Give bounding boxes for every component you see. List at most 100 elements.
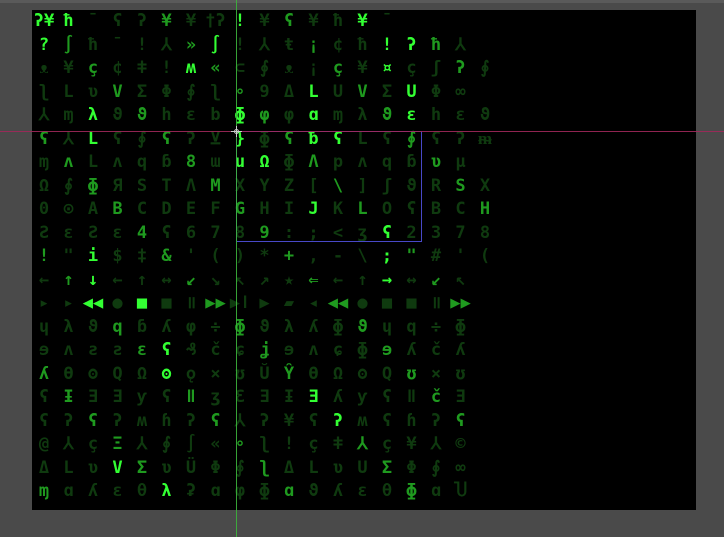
matrix-glyph: L — [308, 81, 319, 102]
matrix-glyph: ɱ — [332, 105, 344, 125]
matrix-glyph: Ɛ — [234, 387, 246, 407]
matrix-glyph: ¥ — [161, 11, 172, 31]
matrix-glyph: ! — [234, 34, 246, 55]
matrix-glyph: ç — [308, 434, 319, 454]
matrix-glyph: ॥ — [430, 293, 442, 313]
matrix-glyph: ħ — [332, 11, 344, 31]
matrix-glyph: ¡ — [308, 58, 319, 78]
matrix-glyph: ʋ — [430, 152, 442, 172]
matrix-glyph: » — [185, 34, 197, 55]
matrix-glyph: ʕ — [210, 410, 221, 431]
matrix-glyph: ∘ — [234, 81, 246, 102]
matrix-glyph: ⅄ — [357, 434, 368, 454]
matrix-glyph: ● — [112, 293, 123, 313]
matrix-glyph: & — [161, 246, 172, 266]
matrix-glyph: - — [332, 246, 344, 266]
matrix-glyph: λ — [63, 316, 74, 337]
horizontal-guide-line[interactable] — [0, 131, 724, 132]
matrix-glyph: ʎ — [308, 316, 319, 337]
matrix-glyph: ʔ — [259, 410, 270, 431]
matrix-glyph: ʊ — [406, 363, 417, 384]
matrix-glyph: ← — [112, 269, 123, 290]
matrix-glyph: ↑ — [63, 269, 74, 290]
matrix-glyph: ⊙ — [63, 199, 74, 219]
matrix-glyph: C — [455, 199, 466, 219]
matrix-glyph: F — [210, 199, 221, 219]
matrix-glyph: 4 — [136, 222, 148, 243]
matrix-glyph: 7 — [455, 222, 466, 243]
matrix-glyph: " — [63, 246, 74, 266]
matrix-glyph: ↔ — [161, 269, 172, 290]
matrix-glyph: ɛ — [455, 105, 466, 125]
matrix-glyph: ɸ — [357, 340, 368, 360]
matrix-glyph: ∫ — [63, 34, 74, 55]
matrix-glyph: + — [283, 246, 295, 266]
matrix-glyph: ∘ — [234, 434, 246, 454]
matrix-glyph: ¥ — [308, 11, 319, 31]
matrix-glyph: ɑ — [430, 481, 442, 501]
matrix-glyph: ↙ — [185, 269, 197, 290]
vertical-guide-line[interactable] — [236, 0, 237, 537]
matrix-glyph: ʕ — [283, 11, 295, 31]
matrix-glyph: ʃ — [430, 58, 442, 78]
matrix-glyph: ▸ — [38, 293, 50, 313]
matrix-glyph: ǁ — [185, 387, 197, 407]
matrix-glyph: ↗ — [259, 269, 270, 290]
matrix-glyph: ! — [381, 34, 393, 55]
matrix-glyph: Σ — [381, 457, 393, 478]
matrix-glyph: ▶▶ — [205, 293, 226, 313]
matrix-glyph: Q — [112, 363, 123, 384]
matrix-glyph: ÷ — [430, 316, 442, 337]
matrix-glyph: Σ — [136, 81, 148, 102]
matrix-glyph: ƴ — [357, 387, 368, 407]
matrix-glyph: ç — [381, 434, 393, 454]
selection-rectangle[interactable] — [236, 131, 422, 242]
matrix-glyph: ħ — [357, 34, 368, 55]
matrix-glyph: ▰ — [283, 293, 295, 313]
matrix-glyph: 8 — [479, 222, 491, 243]
matrix-glyph: ! — [161, 58, 172, 78]
matrix-glyph: ʊ — [455, 363, 466, 384]
matrix-glyph: ¡ — [308, 34, 319, 55]
matrix-glyph: S — [455, 175, 466, 196]
matrix-glyph: ★ — [283, 269, 295, 290]
canvas-viewport[interactable]: ʔ¥ ħ ¯ ʕ ʔ ¥ ¥ †ʔ! ¥ ʕ ¥ ħ ¥ ¯? ∫ ħ ¯! ⅄» ∫! ⅄ ŧ ¡ ¢ ħ! ʔ ħ ⅄ ᴥ ¥ ç ¢ ǂ… — [32, 10, 696, 510]
matrix-glyph: ϑ — [479, 105, 491, 125]
matrix-glyph: ʍ — [357, 410, 368, 431]
matrix-glyph: ∫ — [210, 34, 221, 55]
matrix-glyph: ¥ — [259, 11, 270, 31]
matrix-glyph: @ — [38, 434, 50, 454]
matrix-glyph: ʝ — [259, 340, 270, 360]
matrix-glyph: ç — [332, 58, 344, 78]
matrix-glyph: ▶ǀ — [229, 293, 251, 313]
matrix-glyph: Ɨ — [63, 387, 74, 407]
matrix-glyph: ◂ — [308, 293, 319, 313]
matrix-glyph: U — [357, 457, 368, 478]
matrix-glyph: i — [87, 246, 99, 266]
matrix-glyph: ⅄ — [259, 34, 270, 55]
matrix-glyph: Ɵ — [63, 363, 74, 384]
matrix-glyph: ⇐ — [308, 269, 319, 290]
matrix-glyph: ʒ — [210, 387, 221, 407]
matrix-glyph: ɸ — [87, 175, 99, 196]
matrix-glyph: ʎ — [332, 481, 344, 501]
matrix-glyph: ↓ — [87, 269, 99, 290]
matrix-glyph: ɑ — [283, 481, 295, 501]
matrix-glyph: T — [161, 175, 172, 196]
matrix-glyph: ! — [234, 11, 246, 31]
matrix-glyph: « — [210, 58, 221, 78]
matrix-glyph: ʕ — [38, 410, 50, 431]
matrix-glyph: ◀◀ — [82, 293, 104, 313]
matrix-glyph: ʔ¥ — [33, 11, 55, 31]
matrix-glyph: ɕ — [234, 340, 246, 360]
matrix-glyph: ɑ — [210, 481, 221, 501]
matrix-glyph: ǂ — [332, 434, 344, 454]
matrix-glyph: ϑ — [136, 105, 148, 125]
matrix-glyph: ₰ — [185, 340, 197, 360]
matrix-glyph: φ — [185, 316, 197, 337]
matrix-glyph: ʎ — [455, 340, 466, 360]
matrix-glyph: ● — [357, 293, 368, 313]
matrix-glyph: ᴥ — [39, 58, 49, 78]
matrix-glyph: Ü — [185, 457, 197, 478]
matrix-glyph: ʔ — [430, 410, 442, 431]
